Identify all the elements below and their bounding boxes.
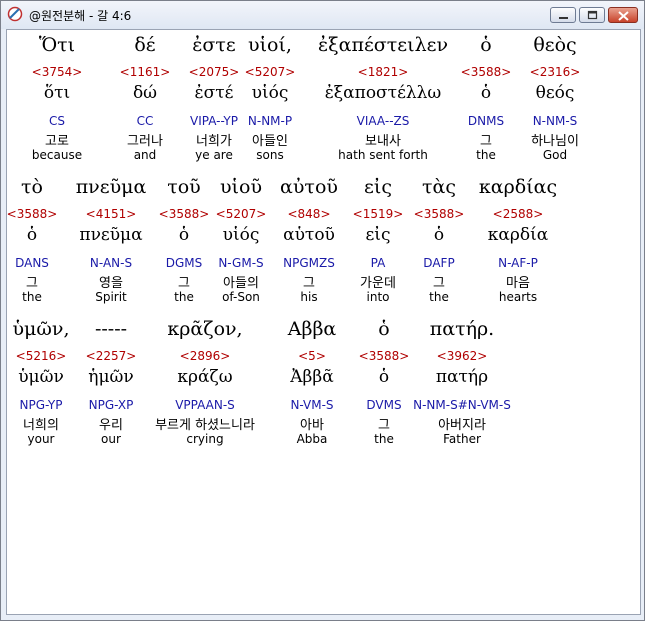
greek-word[interactable]: καρδίας: [448, 176, 588, 198]
greek-word[interactable]: θεὸς: [485, 34, 625, 56]
strong-number[interactable]: <3962>: [392, 349, 532, 363]
lemma[interactable]: πατήρ: [392, 367, 532, 387]
app-icon: [7, 6, 23, 22]
parsing-code[interactable]: N-AF-P: [448, 256, 588, 270]
minimize-icon: [559, 17, 568, 19]
title-bar[interactable]: @원전분해 - 갈 4:6: [1, 1, 644, 29]
maximize-button[interactable]: [579, 7, 605, 23]
window-title: @원전분해 - 갈 4:6: [29, 9, 132, 23]
lemma[interactable]: θεός: [485, 83, 625, 103]
app-window: @원전분해 - 갈 4:6 Ὅτι <3754> ὅτι CS 고로 because δέ <…: [0, 0, 645, 621]
korean-gloss[interactable]: 하나님이: [485, 130, 625, 149]
minimize-button[interactable]: [550, 7, 576, 23]
maximize-icon: [587, 10, 598, 20]
parsing-code[interactable]: N-NM-S#N-VM-S: [392, 398, 532, 412]
interlinear-panel[interactable]: Ὅτι <3754> ὅτι CS 고로 because δέ <1161> δώ CC 그러나 an…: [6, 29, 641, 615]
english-gloss[interactable]: Father: [392, 432, 532, 446]
strong-number[interactable]: <2316>: [485, 65, 625, 79]
close-icon: [618, 11, 629, 21]
english-gloss[interactable]: hearts: [448, 290, 588, 304]
parsing-code[interactable]: N-NM-S: [485, 114, 625, 128]
lemma[interactable]: καρδία: [448, 225, 588, 245]
korean-gloss[interactable]: 마음: [448, 272, 588, 291]
korean-gloss[interactable]: 아버지라: [392, 414, 532, 433]
strong-number[interactable]: <2588>: [448, 207, 588, 221]
close-button[interactable]: [608, 7, 638, 23]
greek-word[interactable]: πατήρ.: [392, 318, 532, 340]
english-gloss[interactable]: God: [485, 148, 625, 162]
